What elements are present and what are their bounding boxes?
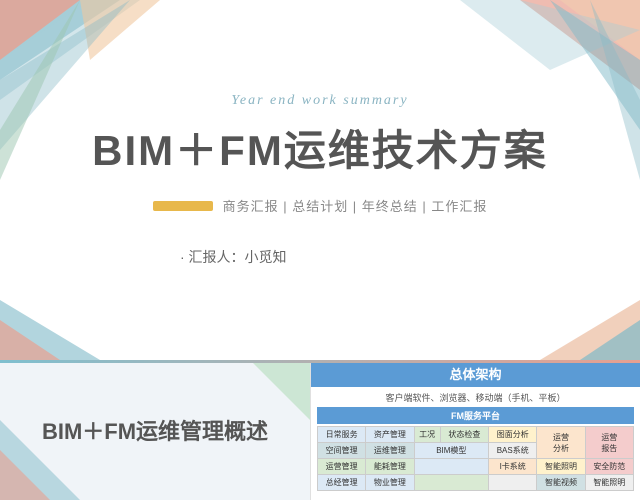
- grid-cell: [414, 475, 488, 491]
- grid-cell: 智能照明: [537, 459, 585, 475]
- grid-cell: 运营报告: [585, 427, 633, 459]
- top-slide: Year end work summary BIM＋FM运维技术方案 商务汇报 …: [0, 0, 640, 360]
- grid-cell: 物业管理: [366, 475, 414, 491]
- bottom-left-top-right-deco: [250, 360, 310, 420]
- grid-cell: 运营分析: [537, 427, 585, 459]
- grid-cell: [414, 459, 488, 475]
- grid-cell: 日常服务: [318, 427, 366, 443]
- subtitle-rect: [153, 201, 213, 211]
- subtitle-text: 商务汇报 | 总结计划 | 年终总结 | 工作汇报: [223, 196, 488, 215]
- grid-cell: I卡系统: [489, 459, 537, 475]
- slide-divider: [0, 360, 640, 363]
- bottom-left-title: BIM＋FM运维管理概述: [42, 414, 268, 446]
- grid-cell: 空间管理: [318, 443, 366, 459]
- grid-cell: 运营管理: [318, 459, 366, 475]
- grid-cell: 资产管理: [366, 427, 414, 443]
- reporter-line: · 汇报人：小觅知: [180, 247, 287, 267]
- main-title: BIM＋FM运维技术方案: [92, 117, 548, 178]
- grid-cell: 智能照明: [585, 475, 633, 491]
- subtitle-bar: 商务汇报 | 总结计划 | 年终总结 | 工作汇报: [153, 196, 488, 215]
- bottom-right-content: 客户端软件、浏览器、移动端（手机、平板） FM服务平台 日常服务 资产管理 工况…: [311, 387, 640, 495]
- fm-platform-label: FM服务平台: [317, 407, 634, 424]
- slide-content: Year end work summary BIM＋FM运维技术方案 商务汇报 …: [0, 0, 640, 360]
- architecture-grid: 日常服务 资产管理 工况 状态检查 图面分析 运营分析 运营报告 空间管理 运维…: [317, 426, 634, 491]
- platform-row: 客户端软件、浏览器、移动端（手机、平板）: [317, 391, 634, 404]
- grid-cell: 运维管理: [366, 443, 414, 459]
- bottom-right-header: 总体架构: [311, 360, 640, 387]
- grid-cell: 安全防范: [585, 459, 633, 475]
- grid-cell: 智能视频: [537, 475, 585, 491]
- grid-cell: BAS系统: [489, 443, 537, 459]
- grid-cell: 图面分析: [489, 427, 537, 443]
- grid-cell: 能耗管理: [366, 459, 414, 475]
- grid-cell: 工况: [414, 427, 440, 443]
- bottom-right-panel: 总体架构 客户端软件、浏览器、移动端（手机、平板） FM服务平台 日常服务 资产…: [310, 360, 640, 500]
- grid-cell: BIM模型: [414, 443, 488, 459]
- bottom-left-panel: BIM＋FM运维管理概述: [0, 360, 310, 500]
- grid-cell: 状态检查: [440, 427, 488, 443]
- grid-cell: 总经管理: [318, 475, 366, 491]
- bottom-section: BIM＋FM运维管理概述 总体架构 客户端软件、浏览器、移动端（手机、平板） F…: [0, 360, 640, 500]
- grid-cell: [489, 475, 537, 491]
- year-end-label: Year end work summary: [231, 93, 408, 109]
